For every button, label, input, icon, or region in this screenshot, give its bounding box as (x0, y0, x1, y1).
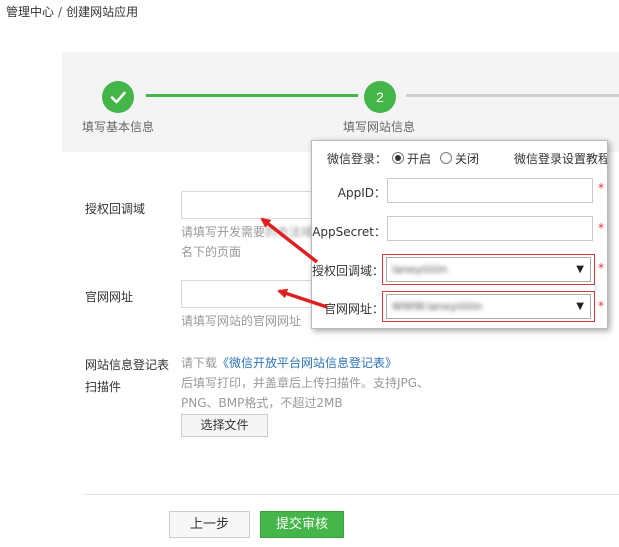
annotation-arrow-callback (260, 217, 319, 264)
annotation-arrow-website (277, 288, 328, 309)
annotation-arrows (260, 217, 328, 309)
